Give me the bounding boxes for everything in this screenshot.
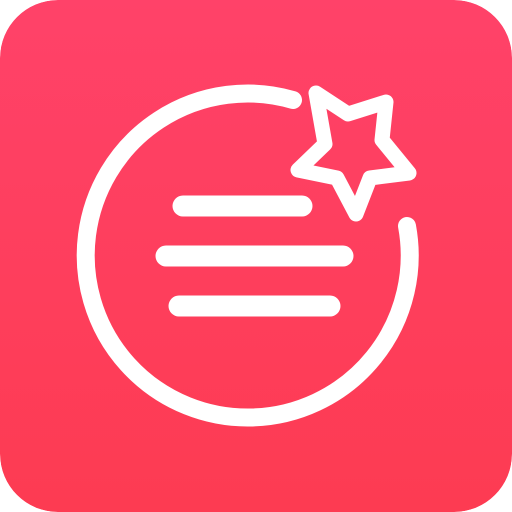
app-icon-graphic [0,0,512,512]
app-icon-tile[interactable] [0,0,512,512]
